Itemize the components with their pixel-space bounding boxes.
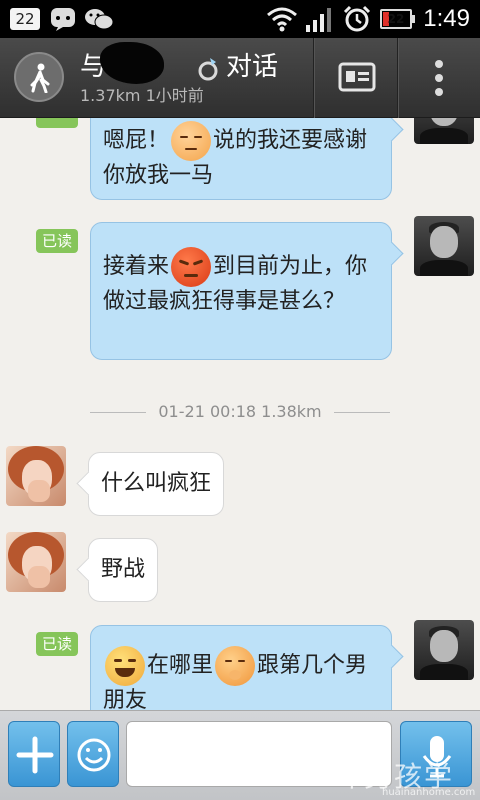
read-badge: 已读 [36, 229, 78, 253]
avatar[interactable] [6, 532, 66, 592]
clock: 1:49 [423, 5, 470, 32]
message-text: 接着来 [103, 254, 170, 279]
message-bubble-outgoing[interactable]: 接着来 到目前为止，你做过最疯狂得事是甚么？ [90, 222, 392, 360]
profile-card-icon [338, 62, 376, 92]
timestamp-divider: 01-21 00:18 1.38km [90, 402, 390, 422]
more-icon [435, 60, 443, 68]
chat-message-list[interactable]: 嗯屁！ 说的我还要感谢你放我一马 已读 接着来 到目前为止，你做过最疯狂得事是甚么？… [0, 118, 480, 710]
redacted-name [100, 42, 164, 84]
read-badge [36, 118, 78, 128]
alarm-icon [343, 5, 371, 32]
smiley-icon [77, 738, 111, 772]
avatar[interactable] [6, 446, 66, 506]
watermark-url: huainanhome.com [382, 787, 476, 798]
input-bar: 坏男孩学院 huainanhome.com [0, 710, 480, 800]
message-bubble-incoming[interactable]: 野战 [88, 538, 159, 602]
message-bubble-outgoing[interactable]: 在哪里 跟第几个男朋友 [90, 625, 392, 710]
shy-emoji [215, 646, 256, 686]
plus-icon [16, 736, 54, 774]
avatar[interactable] [414, 216, 474, 276]
wechat-icon [85, 9, 114, 30]
walk-icon [30, 63, 50, 93]
message-bubble-incoming[interactable]: 什么叫疯狂 [88, 452, 225, 516]
distance-time-subtitle: 1.37km 1小时前 [80, 86, 204, 105]
smug-emoji [171, 121, 212, 161]
profile-card-button[interactable] [314, 38, 398, 118]
notification-count: 22 [10, 8, 40, 30]
message-text: 什么叫疯狂 [101, 471, 212, 496]
message-text: 在哪里 [147, 653, 214, 678]
more-icon [435, 74, 443, 82]
add-button[interactable] [8, 721, 60, 787]
avatar[interactable] [414, 118, 474, 144]
page-title-suffix: 对话 [226, 52, 279, 82]
read-badge: 已读 [36, 632, 78, 656]
more-icon [435, 88, 443, 96]
signal-icon [306, 8, 331, 32]
message-icon [51, 8, 75, 31]
ring-icon [198, 58, 218, 81]
more-options-button[interactable] [398, 38, 480, 118]
avatar[interactable] [414, 620, 474, 680]
battery-icon: 22 [380, 9, 415, 29]
wifi-icon [267, 7, 297, 32]
angry-emoji [171, 247, 212, 287]
status-bar: 22 22 1:49 [0, 0, 480, 38]
message-text: 嗯屁！ [103, 128, 170, 153]
laugh-emoji [105, 646, 145, 686]
battery-level: 22 [387, 12, 405, 26]
chat-header: 与 对话 1.37km 1小时前 [0, 38, 480, 118]
walk-button[interactable] [14, 52, 64, 102]
message-text: 野战 [101, 557, 146, 582]
emoji-button[interactable] [67, 721, 119, 787]
message-bubble-outgoing[interactable]: 嗯屁！ 说的我还要感谢你放我一马 [90, 118, 392, 200]
